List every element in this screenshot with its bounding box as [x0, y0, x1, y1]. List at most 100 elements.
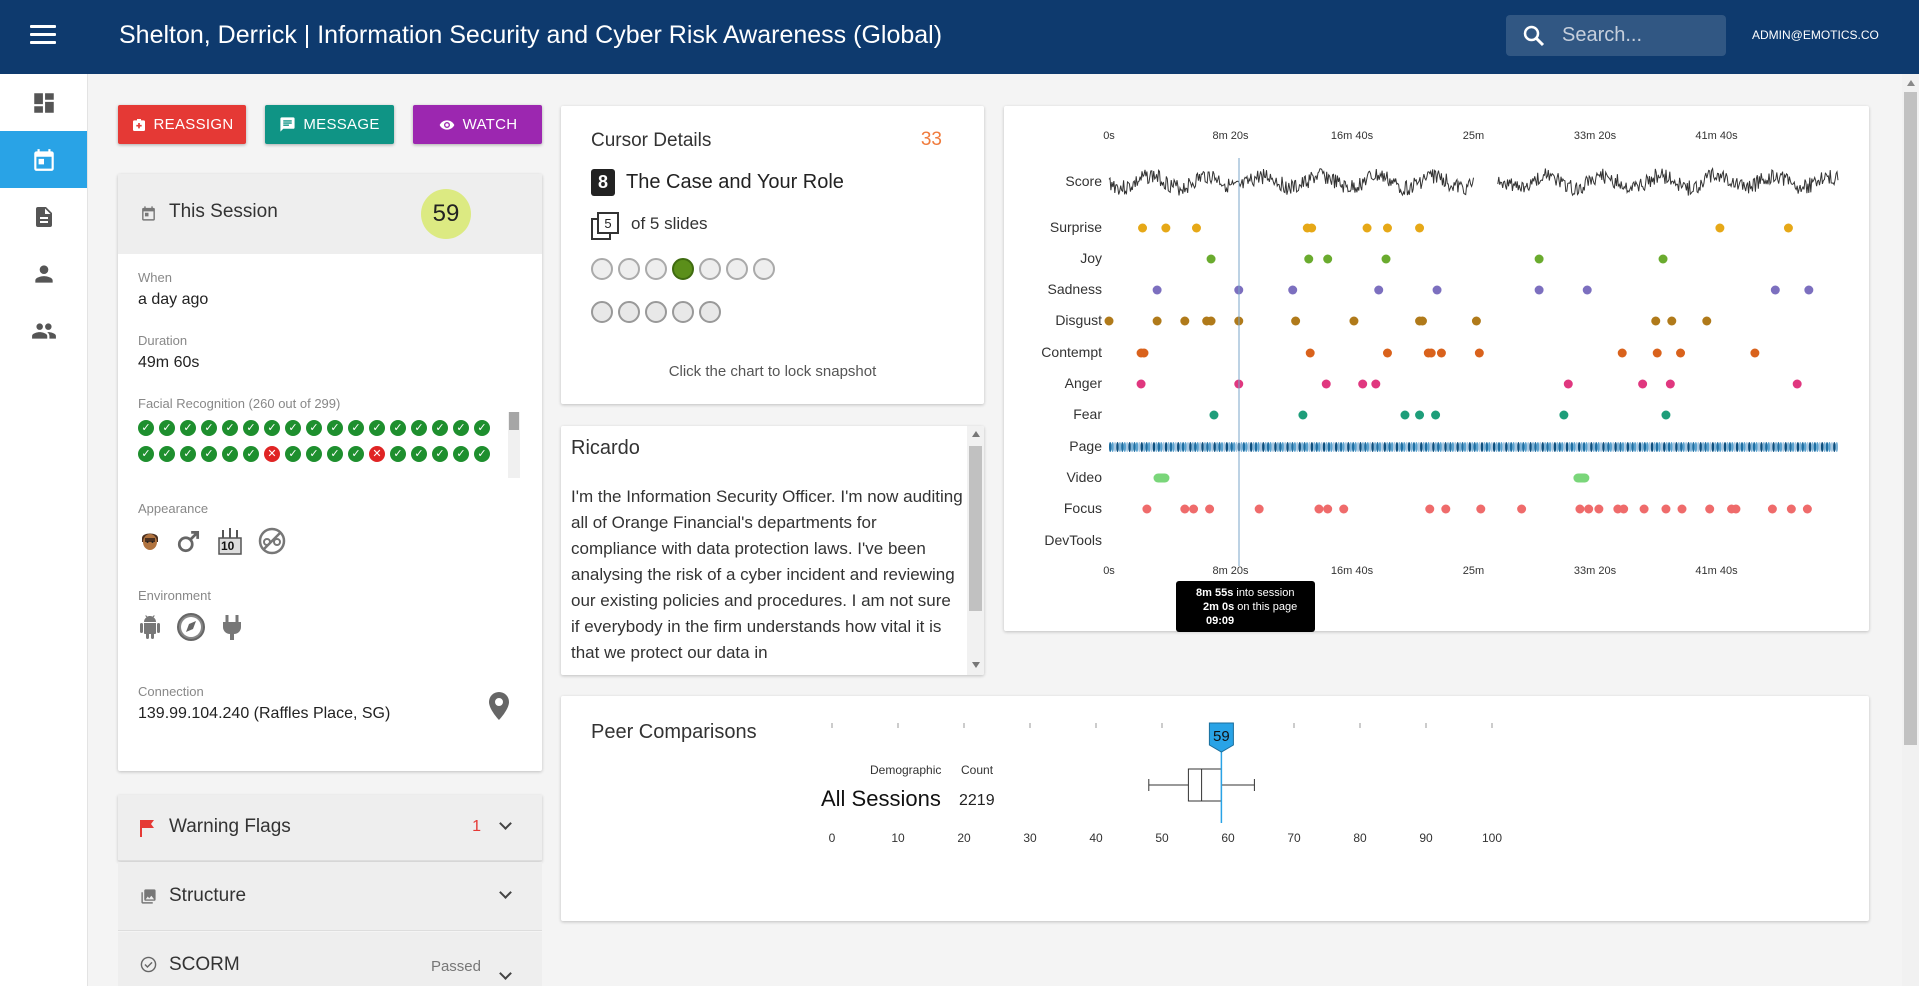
page-segment — [1801, 442, 1804, 452]
facial-recognition-grid[interactable]: ✓✓✓✓✓✓✓✓✓✓✓✓✓✓✓✓✓✓✓✓✓✓✓✕✓✓✓✓✕✓✓✓✓✓✓✓✓✓✓✓… — [133, 418, 505, 472]
page-segment — [1225, 442, 1229, 452]
x-tick-label-top: 25m — [1463, 130, 1484, 142]
watch-label: WATCH — [462, 116, 518, 133]
contempt-face-icon[interactable] — [699, 258, 721, 280]
page-segment — [1405, 442, 1408, 452]
calendar-icon — [33, 148, 54, 171]
page-segment — [1803, 442, 1807, 452]
play-icon[interactable] — [672, 301, 694, 323]
page-segment — [1643, 442, 1647, 452]
face-check-pass-icon: ✓ — [222, 446, 238, 462]
page-segment — [1386, 442, 1389, 452]
transcript-scrollbar[interactable] — [967, 426, 984, 675]
page-segment — [1789, 442, 1792, 452]
page-segment — [1774, 442, 1778, 452]
page-segment — [1356, 442, 1360, 452]
page-segment — [1595, 442, 1598, 452]
nav-person[interactable] — [0, 245, 87, 302]
visibility-off-icon[interactable] — [645, 301, 667, 323]
x-tick-label-bottom: 8m 20s — [1212, 565, 1249, 577]
fear-face-icon[interactable] — [753, 258, 775, 280]
page-segment — [1383, 442, 1387, 452]
page-segment — [1553, 442, 1557, 452]
axis-tick-label: 30 — [1023, 831, 1037, 845]
score-line — [1108, 168, 1474, 197]
fear-point — [1559, 410, 1569, 420]
page-segment — [1796, 442, 1800, 452]
page-segment — [1152, 442, 1156, 452]
page-segment — [1670, 442, 1673, 452]
surprise-point — [1191, 223, 1201, 233]
page-segment — [1624, 442, 1627, 452]
message-button[interactable]: MESSAGE — [265, 105, 394, 144]
page-segment — [1534, 442, 1537, 452]
search-box[interactable] — [1506, 15, 1726, 56]
page-segment — [1675, 442, 1678, 452]
slide-number-badge: 8 — [591, 169, 615, 196]
surprise-point — [1307, 223, 1317, 233]
tooltip-line-2: 2m 0s on this page — [1203, 601, 1298, 613]
slide-title: The Case and Your Role — [626, 171, 844, 193]
search-input[interactable] — [1562, 21, 1717, 50]
peer-comparisons-card: Peer Comparisons Demographic Count All S… — [561, 696, 1869, 921]
connection-label: Connection — [138, 684, 204, 699]
emotion-timeline-card[interactable]: 0s 0s 8m 20s 8m 20s 16m 40s 16m 40s 25m 25m 33m … — [1004, 106, 1869, 632]
page-segment — [1126, 442, 1129, 452]
watch-button[interactable]: WATCH — [413, 105, 542, 144]
page-segment — [1609, 442, 1613, 452]
structure-section[interactable]: Structure — [118, 862, 542, 931]
contempt-point — [1436, 348, 1446, 358]
page-segment — [1660, 442, 1664, 452]
page-segment — [1629, 442, 1632, 452]
page-segment — [1293, 442, 1297, 452]
male-icon — [177, 530, 200, 553]
page-segment — [1150, 442, 1153, 452]
joy-face-icon[interactable] — [618, 258, 640, 280]
page-segment — [1587, 442, 1591, 452]
emotion-icons — [591, 258, 780, 280]
page-segment — [1507, 442, 1510, 452]
disgust-face-icon[interactable] — [672, 258, 694, 280]
page-segment — [1731, 442, 1734, 452]
page-segment — [1495, 442, 1498, 452]
warning-flags-section[interactable]: Warning Flags 1 — [118, 795, 542, 861]
anger-face-icon[interactable] — [726, 258, 748, 280]
focus-point — [1323, 504, 1333, 514]
focus-point — [1584, 504, 1594, 514]
page-segment — [1716, 442, 1719, 452]
face-check-pass-icon: ✓ — [390, 420, 406, 436]
page-scrollbar[interactable] — [1902, 74, 1919, 986]
x-tick-label-bottom: 0s — [1103, 565, 1115, 577]
page-segment — [1206, 442, 1209, 452]
face-check-pass-icon: ✓ — [432, 420, 448, 436]
window-icon[interactable] — [618, 301, 640, 323]
nav-sessions[interactable] — [0, 131, 87, 188]
surprise-face-icon[interactable] — [591, 258, 613, 280]
page-segment — [1330, 442, 1333, 452]
face-check-pass-icon: ✓ — [348, 420, 364, 436]
emotion-timeline-chart[interactable]: 0s 0s 8m 20s 8m 20s 16m 40s 16m 40s 25m 25m 33m … — [1004, 106, 1869, 631]
user-account[interactable]: ADMIN@EMOTICS.CO — [1752, 28, 1879, 42]
location-pin-icon[interactable] — [489, 692, 509, 720]
page-segment — [1760, 442, 1763, 452]
fast-forward-icon[interactable] — [699, 301, 721, 323]
surprise-point — [1362, 223, 1372, 233]
nav-documents[interactable] — [0, 188, 87, 245]
page-segment — [1490, 442, 1493, 452]
sadness-face-icon[interactable] — [645, 258, 667, 280]
hidden-icon[interactable] — [591, 301, 613, 323]
chart-tooltip: 8m 55s into session 2m 0s on this page 0… — [1176, 581, 1315, 632]
page-segment — [1607, 442, 1610, 452]
scorm-section[interactable]: SCORM Passed — [118, 932, 542, 986]
contempt-point — [1676, 348, 1686, 358]
reassign-button[interactable]: REASSIGN — [118, 105, 246, 144]
facial-scrollbar[interactable] — [508, 412, 520, 478]
fear-point — [1431, 410, 1441, 420]
nav-dashboard[interactable] — [0, 74, 87, 131]
face-check-pass-icon: ✓ — [138, 420, 154, 436]
dashboard-icon — [33, 92, 54, 113]
axis-tick-label: 90 — [1419, 831, 1433, 845]
nav-people[interactable] — [0, 302, 87, 359]
hamburger-menu-icon[interactable] — [30, 25, 56, 47]
page-segment — [1327, 442, 1331, 452]
